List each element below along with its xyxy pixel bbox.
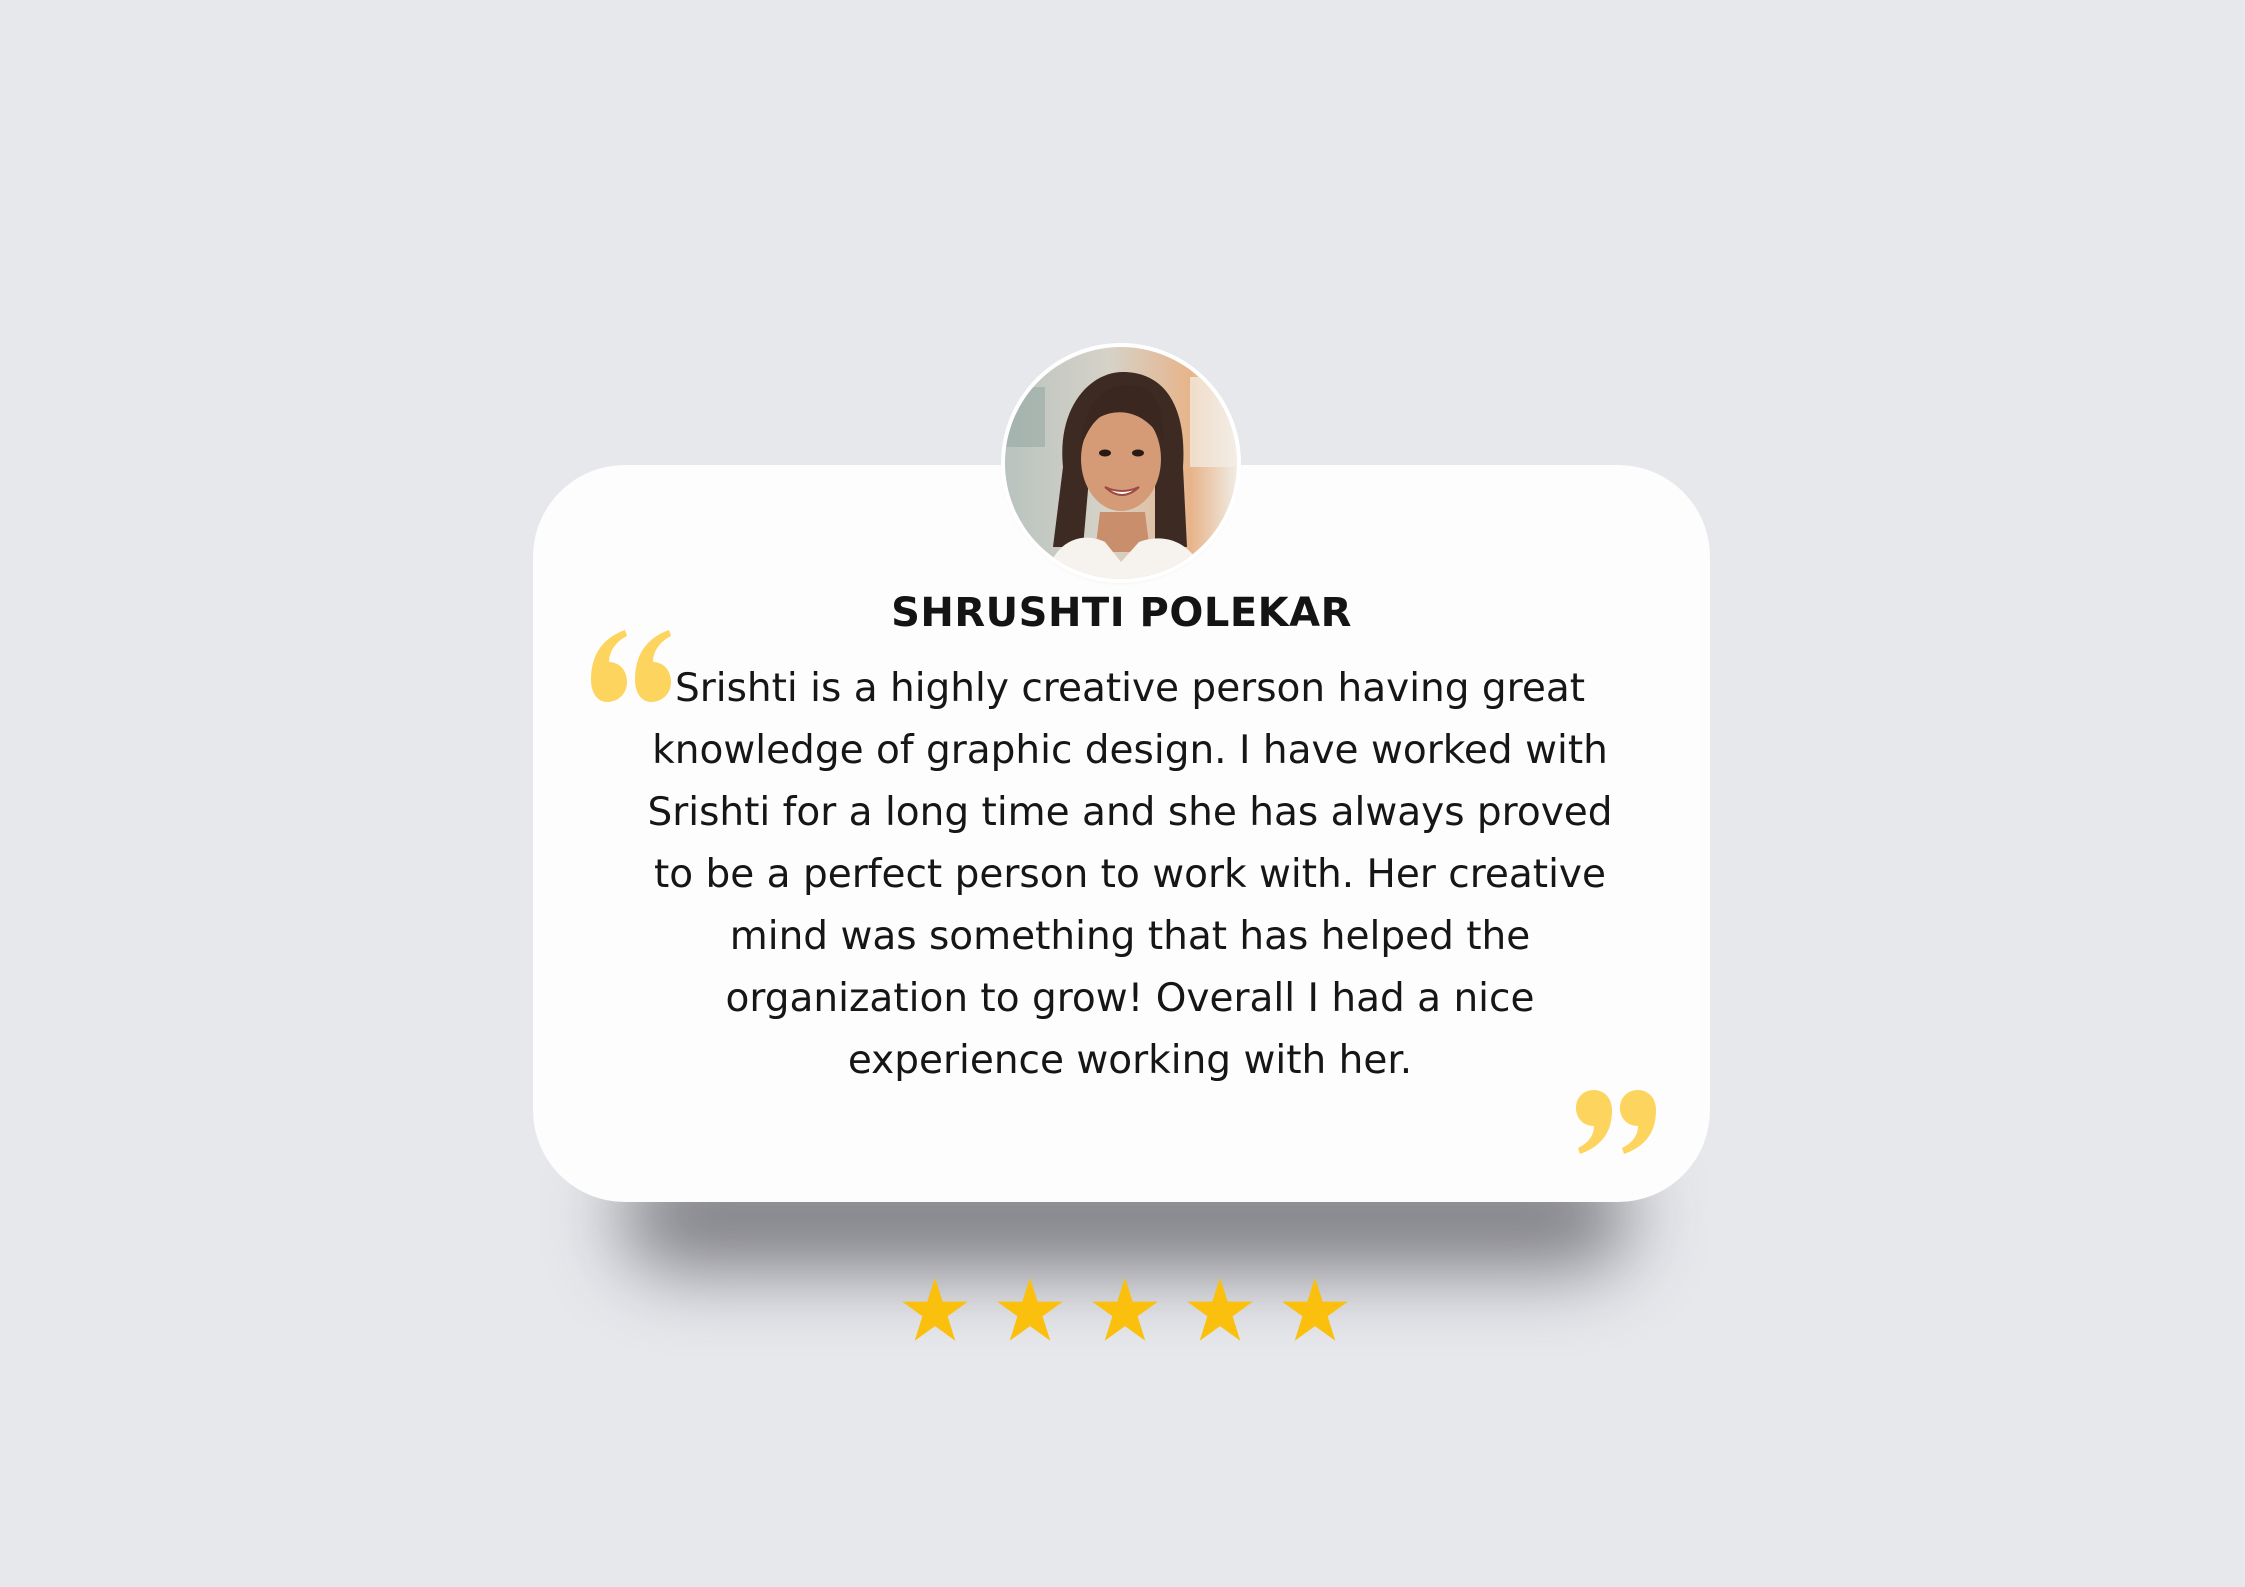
avatar-photo (1005, 347, 1237, 579)
star-icon (1185, 1275, 1255, 1345)
star-icon (900, 1275, 970, 1345)
star-rating (900, 1275, 1350, 1345)
star-icon (1090, 1275, 1160, 1345)
testimonial-text: Srishti is a highly creative person havi… (647, 666, 1613, 1083)
star-icon (995, 1275, 1065, 1345)
avatar (1005, 347, 1237, 579)
reviewer-name: SHRUSHTI POLEKAR (891, 590, 1352, 636)
star-icon (1280, 1275, 1350, 1345)
close-quote-icon (1572, 1088, 1658, 1154)
